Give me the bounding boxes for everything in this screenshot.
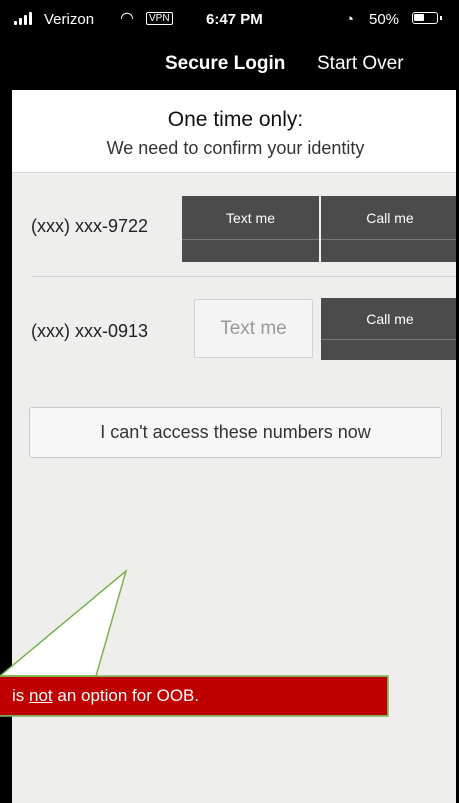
phone-frame: Verizon ◠ VPN 6:47 PM ◔ 50% Secure Login… <box>0 0 459 803</box>
callout-text: is <box>12 686 29 705</box>
callout-emphasis: not <box>29 686 53 705</box>
callout-text: an option for OOB. <box>52 686 200 705</box>
callout-banner: is not an option for OOB. <box>0 676 388 716</box>
